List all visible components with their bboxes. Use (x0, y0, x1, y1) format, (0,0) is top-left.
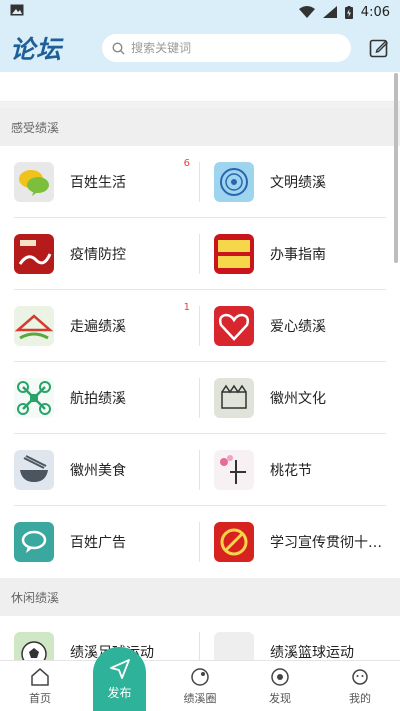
edit-icon (369, 39, 389, 58)
nav-home[interactable]: 首页 (0, 661, 80, 711)
party-emblem-icon (214, 522, 254, 562)
nav-label: 发现 (269, 692, 291, 705)
clock: 4:06 (360, 4, 390, 20)
board-label: 徽州文化 (270, 390, 326, 407)
board-label: 文明绩溪 (270, 174, 326, 191)
board-item-epidemic-control[interactable]: 疫情防控 (14, 218, 200, 289)
board-item-service-guide[interactable]: 办事指南 (200, 218, 386, 289)
board-label: 爱心绩溪 (270, 318, 326, 335)
publish-button[interactable]: 发布 (93, 647, 146, 711)
ad-bubble-icon (14, 522, 54, 562)
service-guide-icon (214, 233, 254, 274)
nav-label: 发布 (107, 685, 132, 700)
board-label: 疫情防控 (70, 246, 126, 263)
signal-icon (322, 6, 337, 18)
discover-icon (271, 668, 289, 686)
status-bar: 4:06 (0, 0, 400, 24)
speech-bubbles-icon (14, 161, 54, 202)
board-label: 航拍绩溪 (70, 390, 126, 407)
search-bar[interactable] (102, 34, 351, 62)
board-item-baixing-life[interactable]: 百姓生活 6 (14, 146, 200, 217)
board-item-civilized-jixi[interactable]: 文明绩溪 (200, 146, 386, 217)
section-title: 感受绩溪 (0, 108, 400, 146)
basketball-placeholder-icon (214, 632, 254, 660)
board-row: 绩溪足球运动 绩溪篮球运动 (14, 616, 386, 660)
board-item-baixing-ads[interactable]: 百姓广告 (14, 506, 200, 578)
board-item-huizhou-culture[interactable]: 徽州文化 (200, 362, 386, 433)
board-item-basketball[interactable]: 绩溪篮球运动 (200, 616, 386, 660)
battery-icon (344, 5, 353, 19)
board-item-travel-jixi[interactable]: 走遍绩溪 1 (14, 290, 200, 361)
nav-discover[interactable]: 发现 (240, 661, 320, 711)
board-grid: 百姓生活 6 文明绩溪 疫情防控 办事指南 走遍绩溪 1 爱心绩溪 航拍绩溪 徽… (0, 146, 400, 578)
board-row: 走遍绩溪 1 爱心绩溪 (14, 290, 386, 362)
board-label: 绩溪篮球运动 (270, 645, 354, 660)
board-label: 办事指南 (270, 246, 326, 263)
nav-label: 首页 (29, 692, 51, 705)
board-row: 疫情防控 办事指南 (14, 218, 386, 290)
wifi-icon (298, 6, 315, 18)
board-item-huizhou-food[interactable]: 徽州美食 (14, 434, 200, 505)
nav-jixi-circle[interactable]: 绩溪圈 (160, 661, 240, 711)
board-item-study-congress[interactable]: 学习宣传贯彻十九大 (200, 506, 386, 578)
board-row: 航拍绩溪 徽州文化 (14, 362, 386, 434)
board-label: 百姓广告 (70, 535, 126, 551)
unread-badge: 1 (183, 302, 190, 313)
search-input[interactable] (131, 41, 332, 55)
scrollbar[interactable] (394, 73, 398, 263)
nav-profile[interactable]: 我的 (320, 661, 400, 711)
nav-label: 我的 (349, 692, 371, 705)
unread-badge: 6 (183, 158, 190, 169)
compose-button[interactable] (369, 37, 390, 59)
peach-blossom-icon (214, 449, 254, 490)
board-label: 百姓生活 (70, 174, 126, 191)
bottom-nav: 首页 绩溪圈 发现 我的 (0, 660, 400, 711)
section-title: 休闲绩溪 (0, 578, 400, 616)
civilization-emblem-icon (214, 161, 254, 202)
drone-icon (14, 377, 54, 418)
board-row: 徽州美食 桃花节 (14, 434, 386, 506)
forum-content[interactable]: 感受绩溪 百姓生活 6 文明绩溪 疫情防控 办事指南 走遍绩溪 1 爱心绩溪 航… (0, 72, 400, 660)
board-label: 学习宣传贯彻十九大 (270, 535, 386, 551)
heart-icon (214, 305, 254, 346)
board-item-love-jixi[interactable]: 爱心绩溪 (200, 290, 386, 361)
circle-icon (191, 668, 209, 686)
board-item-aerial-jixi[interactable]: 航拍绩溪 (14, 362, 200, 433)
home-icon (31, 668, 49, 686)
board-row: 百姓广告 学习宣传贯彻十九大 (14, 506, 386, 578)
app-header: 论坛 (0, 24, 400, 72)
forum-logo: 论坛 (10, 35, 63, 64)
board-label: 桃花节 (270, 462, 312, 479)
board-item-peach-festival[interactable]: 桃花节 (200, 434, 386, 505)
food-bowl-icon (14, 449, 54, 490)
gallery-notification-icon (10, 4, 24, 16)
epidemic-poster-icon (14, 233, 54, 274)
travel-house-icon (14, 305, 54, 346)
board-grid: 绩溪足球运动 绩溪篮球运动 (0, 616, 400, 660)
send-icon (109, 658, 130, 679)
top-spacer (0, 72, 400, 102)
football-icon (14, 632, 54, 660)
profile-icon (352, 669, 368, 685)
huizhou-culture-icon (214, 377, 254, 418)
board-label: 徽州美食 (70, 462, 126, 479)
board-label: 走遍绩溪 (70, 318, 126, 335)
nav-label: 绩溪圈 (183, 692, 217, 705)
app-screen: 4:06 论坛 感受绩溪 (0, 0, 400, 711)
board-row: 百姓生活 6 文明绩溪 (14, 146, 386, 218)
search-icon (112, 41, 125, 54)
